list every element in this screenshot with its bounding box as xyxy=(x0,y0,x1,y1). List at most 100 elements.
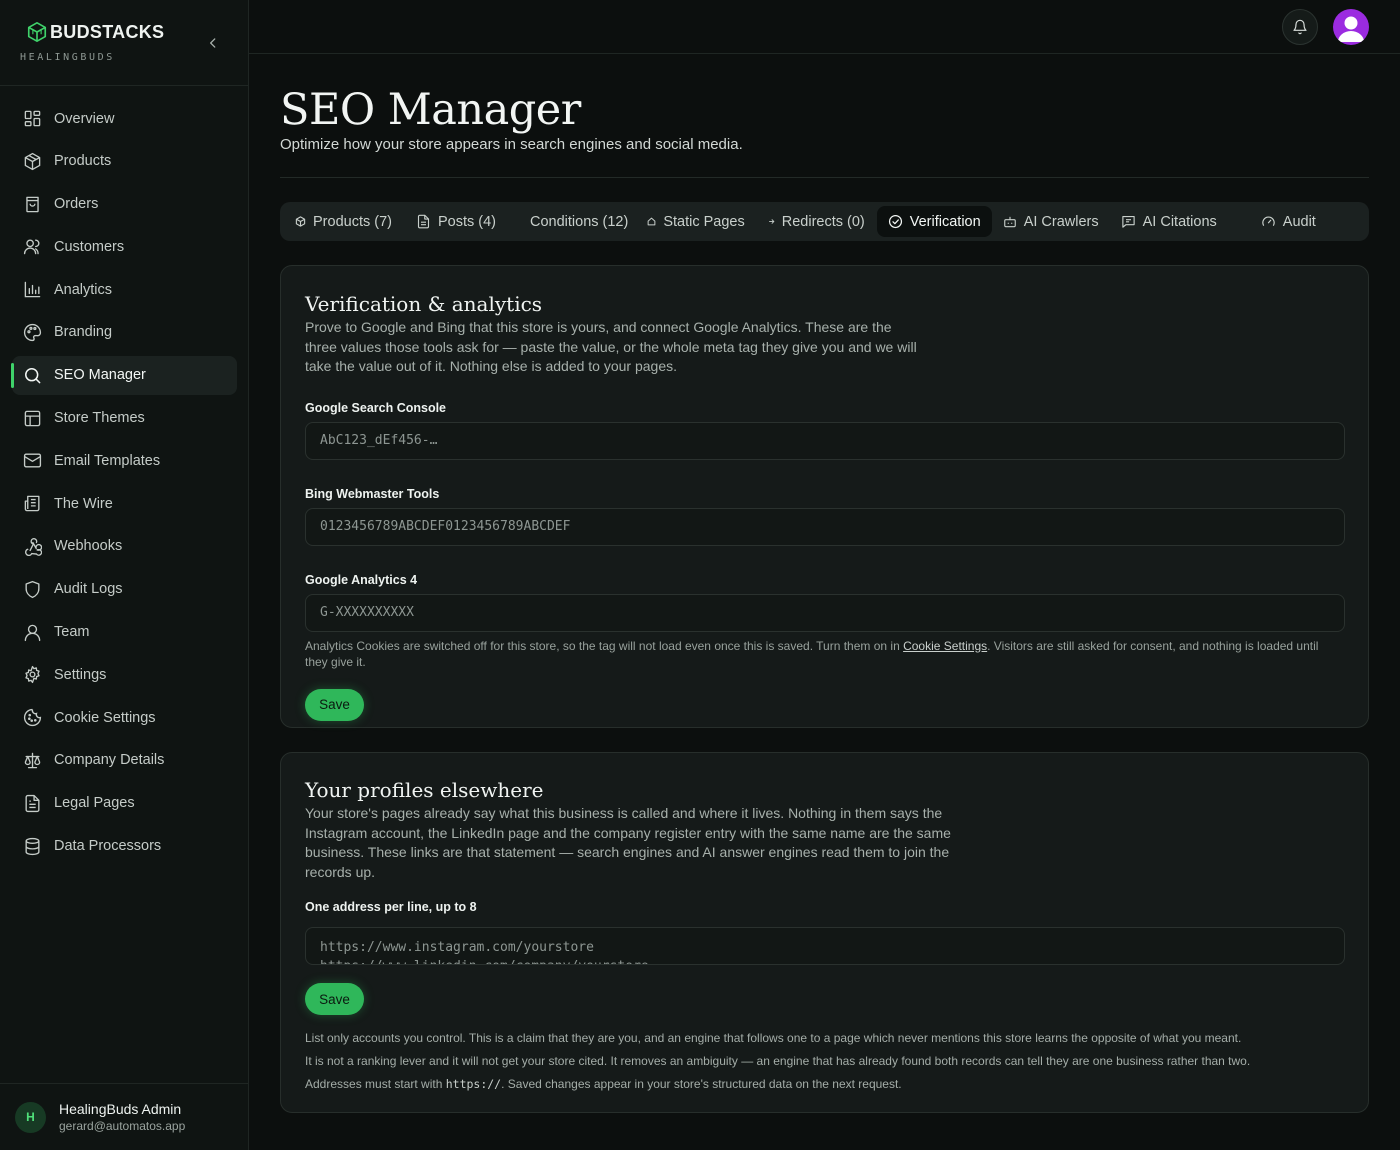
sidebar-item-label: The Wire xyxy=(54,495,113,512)
check-circle-icon xyxy=(888,214,902,229)
sidebar-item-company-details[interactable]: Company Details xyxy=(12,741,237,780)
tab-static-pages[interactable]: Static Pages xyxy=(639,206,755,237)
note-text: . Saved changes appear in your store's s… xyxy=(501,1077,902,1091)
cookie-settings-link[interactable]: Cookie Settings xyxy=(903,639,987,653)
sidebar-item-label: Cookie Settings xyxy=(54,709,156,726)
users-icon xyxy=(23,239,40,255)
sidebar-item-overview[interactable]: Overview xyxy=(12,99,237,138)
tab-products[interactable]: Products (7) xyxy=(284,206,403,237)
tab-label: Conditions (12) xyxy=(530,213,629,230)
save-verification-button[interactable]: Save xyxy=(305,688,364,721)
profiles-textarea[interactable]: https://www.instagram.com/yourstore http… xyxy=(305,927,1345,965)
sidebar-item-label: Store Themes xyxy=(54,410,145,427)
sidebar-item-products[interactable]: Products xyxy=(12,142,237,181)
hint-text: Analytics Cookies are switched off for t… xyxy=(305,638,904,653)
sidebar-item-customers[interactable]: Customers xyxy=(12,227,237,266)
sidebar-item-label: Company Details xyxy=(54,752,165,769)
tab-label: AI Citations xyxy=(1142,213,1217,230)
sidebar-item-cookie-settings[interactable]: Cookie Settings xyxy=(12,698,237,737)
sidebar-item-label: Overview xyxy=(54,110,115,127)
main-content: SEO Manager Optimize how your store appe… xyxy=(280,54,1369,1113)
sidebar-item-the-wire[interactable]: The Wire xyxy=(12,484,237,523)
profiles-note: List only accounts you control. This is … xyxy=(305,1031,1242,1045)
layout-icon xyxy=(24,410,41,426)
palette-icon xyxy=(23,323,42,342)
top-bar xyxy=(249,0,1400,54)
tab-verification[interactable]: Verification xyxy=(876,206,992,237)
divider xyxy=(280,177,1369,178)
tab-label: Static Pages xyxy=(663,213,745,230)
shopping-bag-icon xyxy=(26,196,39,212)
sidebar-item-team[interactable]: Team xyxy=(12,613,237,652)
tab-conditions[interactable]: Conditions (12) xyxy=(519,206,639,237)
sidebar-item-settings[interactable]: Settings xyxy=(12,655,237,694)
google-search-console-label: Google Search Console xyxy=(305,400,447,415)
message-icon xyxy=(1121,215,1135,228)
google-search-console-input[interactable]: AbC123_dEf456-… xyxy=(305,421,1345,460)
google-analytics-label: Google Analytics 4 xyxy=(305,572,418,587)
bing-webmaster-input[interactable]: 0123456789ABCDEF0123456789ABCDEF xyxy=(305,507,1345,546)
collapse-sidebar-button[interactable] xyxy=(203,33,223,53)
placeholder-line: https://www.linkedin.com/company/yoursto… xyxy=(320,957,1330,964)
sidebar-item-label: Settings xyxy=(54,666,107,683)
tab-label: Redirects (0) xyxy=(781,213,865,230)
tab-label: Posts (4) xyxy=(437,213,496,230)
sidebar-item-audit-logs[interactable]: Audit Logs xyxy=(12,570,237,609)
search-icon xyxy=(25,367,41,384)
sidebar-item-label: Team xyxy=(54,624,90,641)
sidebar-item-analytics[interactable]: Analytics xyxy=(12,270,237,309)
notifications-button[interactable] xyxy=(1282,9,1318,45)
sidebar-item-store-themes[interactable]: Store Themes xyxy=(12,399,237,438)
scale-icon xyxy=(24,752,41,769)
tab-posts[interactable]: Posts (4) xyxy=(405,206,507,237)
brand-name: BUDSTACKS xyxy=(50,21,165,42)
grid-icon xyxy=(24,110,41,127)
tab-label: Verification xyxy=(909,213,981,230)
file-icon xyxy=(417,214,430,229)
profiles-note: It is not a ranking lever and it will no… xyxy=(305,1054,1251,1068)
tab-redirects[interactable]: Redirects (0) xyxy=(756,206,876,237)
sidebar-item-label: Webhooks xyxy=(54,538,123,555)
cookie-icon xyxy=(23,709,42,727)
sidebar-item-data-processors[interactable]: Data Processors xyxy=(12,827,237,866)
box-icon xyxy=(24,152,41,170)
bell-icon xyxy=(1293,19,1307,35)
sidebar-item-email-templates[interactable]: Email Templates xyxy=(12,441,237,480)
sidebar-item-label: Customers xyxy=(54,238,125,255)
tab-ai-citations[interactable]: AI Citations xyxy=(1110,206,1228,237)
sidebar-item-label: Products xyxy=(54,153,112,170)
placeholder-line: https://www.instagram.com/yourstore xyxy=(320,940,594,955)
user-icon xyxy=(24,624,41,641)
sidebar-item-seo-manager[interactable]: SEO Manager xyxy=(11,355,237,395)
chevron-left-icon xyxy=(210,38,216,48)
sidebar-item-legal-pages[interactable]: Legal Pages xyxy=(12,784,237,823)
current-user[interactable]: H HealingBuds Admin gerard@automatos.app xyxy=(0,1083,248,1150)
webhook-icon xyxy=(25,537,42,556)
cube-logo-icon xyxy=(27,22,47,42)
page-title: SEO Manager xyxy=(280,85,581,135)
brand-logo[interactable]: BUDSTACKS xyxy=(26,21,164,43)
home-icon xyxy=(647,217,656,226)
user-email: gerard@automatos.app xyxy=(59,1119,186,1133)
sidebar-item-label: Analytics xyxy=(54,281,113,298)
sidebar-item-branding[interactable]: Branding xyxy=(12,313,237,352)
user-menu-avatar[interactable] xyxy=(1333,9,1369,45)
gear-icon xyxy=(25,666,40,684)
avatar: H xyxy=(15,1101,46,1133)
user-silhouette-icon xyxy=(1338,16,1364,42)
shield-icon xyxy=(25,580,40,598)
tab-ai-crawlers[interactable]: AI Crawlers xyxy=(992,206,1110,237)
bot-icon xyxy=(1003,216,1016,227)
google-analytics-input[interactable]: G-XXXXXXXXXX xyxy=(305,593,1345,632)
sidebar-item-webhooks[interactable]: Webhooks xyxy=(12,527,237,566)
sidebar-item-orders[interactable]: Orders xyxy=(12,185,237,224)
save-profiles-button[interactable]: Save xyxy=(305,983,364,1015)
bar-chart-icon xyxy=(24,281,41,298)
note-text: Addresses must start with xyxy=(305,1077,446,1091)
box-icon xyxy=(295,216,306,227)
card-title: Verification & analytics xyxy=(305,292,543,316)
file-text-icon xyxy=(25,794,40,812)
sidebar-item-label: Orders xyxy=(54,196,99,213)
tab-audit[interactable]: Audit xyxy=(1250,206,1327,237)
sidebar-item-label: Data Processors xyxy=(54,838,162,855)
